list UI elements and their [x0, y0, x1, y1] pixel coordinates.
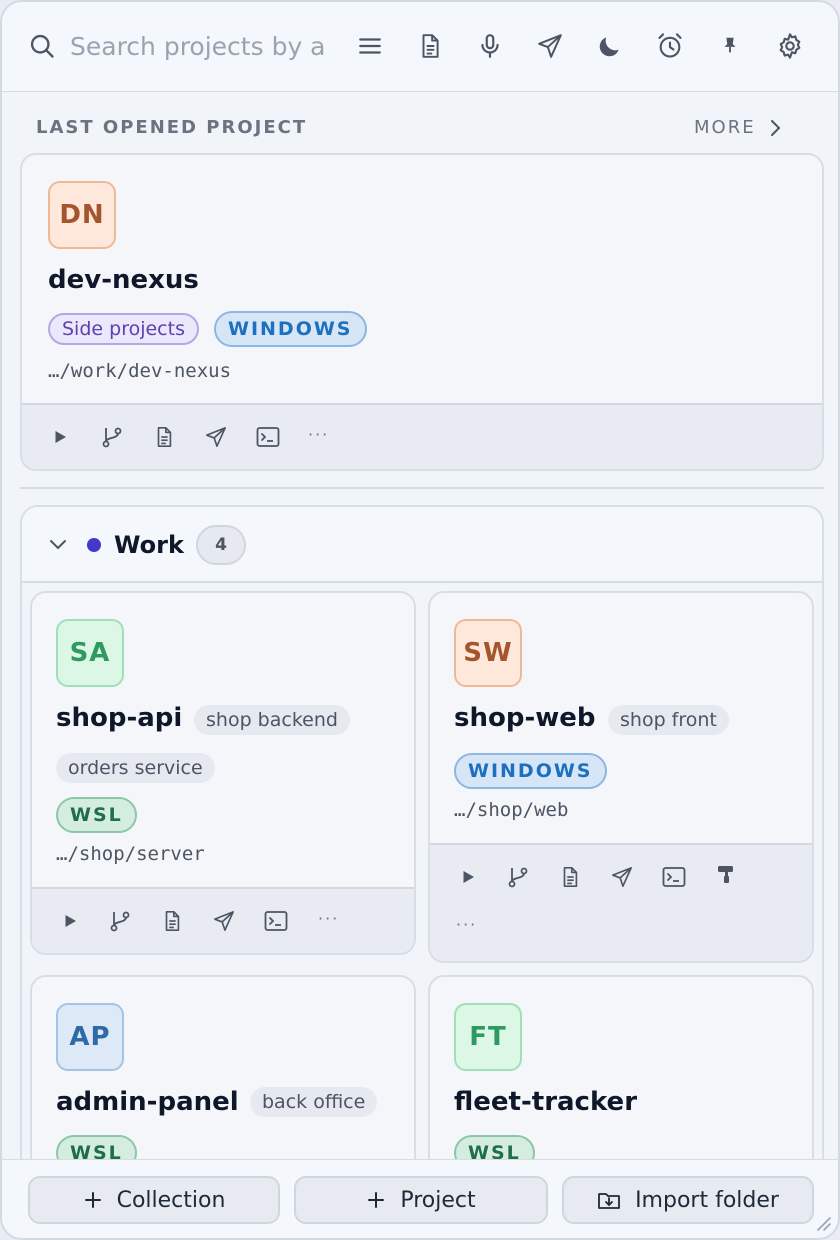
search-input[interactable]: [70, 31, 330, 61]
menu-icon[interactable]: [354, 30, 386, 62]
send-icon[interactable]: [210, 907, 238, 935]
send-icon[interactable]: [534, 30, 566, 62]
git-branch-icon[interactable]: [504, 863, 532, 891]
platform-badge: WSL: [56, 797, 137, 833]
platform-badge: WSL: [56, 1135, 137, 1159]
tag-pill: back office: [250, 1087, 378, 1117]
project-avatar: DN: [48, 181, 116, 249]
more-link[interactable]: MORE: [694, 117, 784, 138]
project-launcher-window: LAST OPENED PROJECT MORE DN dev-nexus Si…: [0, 0, 840, 1240]
project-card-shop-api[interactable]: SA shop-api shop backend orders service …: [30, 591, 416, 955]
microphone-icon[interactable]: [474, 30, 506, 62]
more-icon[interactable]: ···: [308, 425, 329, 444]
project-card-shop-web[interactable]: SW shop-web shop front WINDOWS …/shop/we…: [428, 591, 814, 963]
project-avatar: SW: [454, 619, 522, 687]
add-collection-label: Collection: [116, 1187, 226, 1213]
collection-count-badge: 4: [196, 525, 246, 565]
project-card-fleet-tracker[interactable]: FT fleet-tracker WSL: [428, 975, 814, 1159]
moon-icon[interactable]: [594, 30, 626, 62]
project-name: dev-nexus: [48, 265, 199, 295]
document-icon[interactable]: [556, 863, 584, 891]
project-name: admin-panel: [56, 1087, 239, 1117]
platform-badge: WINDOWS: [214, 311, 367, 347]
gear-icon[interactable]: [774, 30, 806, 62]
terminal-icon[interactable]: [254, 423, 282, 451]
project-avatar: SA: [56, 619, 124, 687]
send-icon[interactable]: [202, 423, 230, 451]
chevron-down-icon[interactable]: [48, 537, 68, 553]
tag-pill: Side projects: [48, 313, 199, 345]
play-icon[interactable]: [56, 907, 84, 935]
project-list[interactable]: LAST OPENED PROJECT MORE DN dev-nexus Si…: [2, 93, 838, 1159]
git-branch-icon[interactable]: [98, 423, 126, 451]
git-branch-icon[interactable]: [106, 907, 134, 935]
paint-roller-icon[interactable]: [712, 861, 740, 889]
project-path: …/shop/web: [454, 799, 569, 821]
project-actions: ···: [430, 843, 812, 961]
last-opened-project-card[interactable]: DN dev-nexus Side projects WINDOWS …/wor…: [20, 153, 824, 471]
import-folder-button[interactable]: Import folder: [562, 1176, 814, 1224]
terminal-icon[interactable]: [262, 907, 290, 935]
send-icon[interactable]: [608, 863, 636, 891]
project-path: …/shop/server: [56, 843, 205, 865]
document-icon[interactable]: [158, 907, 186, 935]
footer-bar: Collection Project Import folder: [2, 1159, 838, 1238]
import-folder-label: Import folder: [635, 1187, 779, 1213]
last-opened-heading: LAST OPENED PROJECT: [36, 117, 308, 138]
project-avatar: FT: [454, 1003, 522, 1071]
alarm-icon[interactable]: [654, 30, 686, 62]
tag-pill: orders service: [56, 753, 215, 783]
project-actions: ···: [22, 403, 822, 469]
project-name: shop-api: [56, 703, 183, 733]
divider: [20, 487, 824, 489]
collection-color-dot: [87, 538, 101, 552]
project-path: …/work/dev-nexus: [48, 360, 232, 382]
add-project-label: Project: [400, 1187, 476, 1213]
add-collection-button[interactable]: Collection: [28, 1176, 280, 1224]
project-name: shop-web: [454, 703, 596, 733]
add-project-button[interactable]: Project: [294, 1176, 548, 1224]
search-box[interactable]: [28, 28, 338, 64]
chevron-right-icon: [770, 119, 780, 136]
more-icon[interactable]: ···: [318, 909, 339, 928]
platform-badge: WINDOWS: [454, 753, 607, 789]
play-icon[interactable]: [454, 863, 482, 891]
document-icon[interactable]: [150, 423, 178, 451]
plus-icon: [84, 1192, 101, 1208]
plus-icon: [368, 1192, 385, 1208]
search-icon: [30, 34, 54, 58]
platform-badge: WSL: [454, 1135, 535, 1159]
collection-group-work: Work 4 SA shop-api shop backend orders s…: [20, 505, 824, 1159]
project-card-admin-panel[interactable]: AP admin-panel back office WSL: [30, 975, 416, 1159]
terminal-icon[interactable]: [660, 863, 688, 891]
folder-import-icon: [598, 1193, 620, 1209]
document-icon[interactable]: [414, 30, 446, 62]
project-actions: ···: [32, 887, 414, 953]
toolbar: [2, 2, 838, 92]
project-avatar: AP: [56, 1003, 124, 1071]
more-icon[interactable]: ···: [456, 915, 477, 934]
tag-pill: shop front: [608, 705, 729, 735]
collection-name: Work: [114, 531, 184, 559]
pin-icon[interactable]: [714, 30, 746, 62]
tag-pill: shop backend: [194, 705, 350, 735]
play-icon[interactable]: [46, 423, 74, 451]
project-name: fleet-tracker: [454, 1087, 638, 1117]
collection-header[interactable]: Work 4: [22, 507, 822, 583]
more-label: MORE: [694, 117, 756, 138]
resize-grip-icon[interactable]: [814, 1214, 832, 1232]
